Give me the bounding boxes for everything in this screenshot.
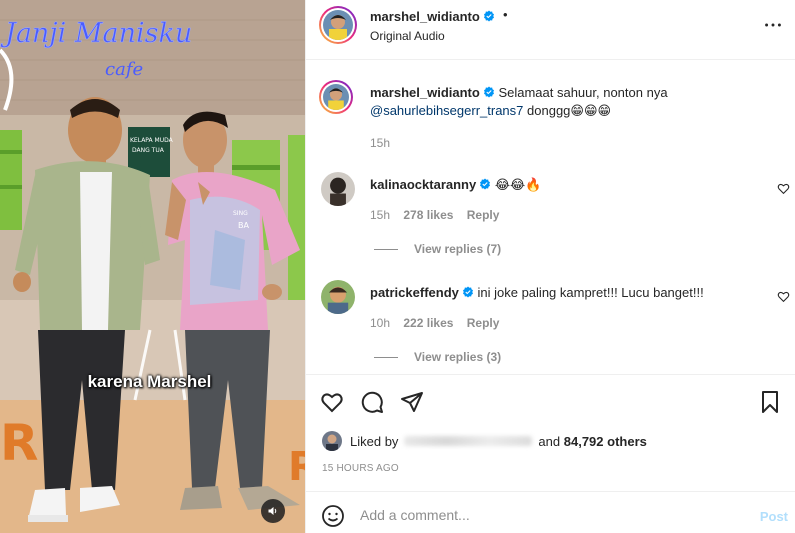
post-header: marshel_widianto • Original Audio <box>306 0 795 60</box>
caption-text: Selamaat sahuur, nonton nya <box>498 85 668 100</box>
commenter-avatar[interactable] <box>321 280 355 314</box>
bookmark-icon[interactable] <box>758 390 782 414</box>
heart-icon[interactable] <box>320 390 344 414</box>
post-media[interactable]: Janji Manisku cafe KELAPA MUDA DANG TUA … <box>0 0 305 533</box>
comment-input[interactable] <box>360 503 740 527</box>
liker-name-blurred <box>404 436 533 446</box>
svg-text:SING: SING <box>233 210 248 217</box>
svg-text:R: R <box>0 414 39 472</box>
likes-count[interactable]: 84,792 others <box>564 434 647 449</box>
svg-text:KELAPA MUDA: KELAPA MUDA <box>130 137 174 144</box>
comment-time[interactable]: 10h <box>370 316 390 330</box>
author-avatar[interactable] <box>319 6 357 44</box>
separator-dot: • <box>503 7 508 22</box>
add-comment-bar: Post <box>306 491 795 533</box>
post-timestamp[interactable]: 15 HOURS AGO <box>322 463 399 474</box>
svg-text:BA: BA <box>238 221 249 230</box>
video-frame: Janji Manisku cafe KELAPA MUDA DANG TUA … <box>0 0 305 533</box>
action-bar: Liked by and 84,792 others 15 HOURS AGO <box>306 374 795 474</box>
mute-button[interactable] <box>261 499 285 523</box>
more-icon[interactable] <box>762 14 784 36</box>
svg-text:R: R <box>288 444 305 490</box>
caption-avatar[interactable] <box>319 80 353 114</box>
likes-and: and <box>538 433 561 449</box>
verified-icon <box>483 10 494 22</box>
comment-username[interactable]: kalinaocktaranny <box>370 177 476 192</box>
verified-icon <box>462 286 473 298</box>
svg-text:cafe: cafe <box>105 59 143 80</box>
share-icon[interactable] <box>400 390 424 414</box>
verified-icon <box>483 86 494 98</box>
emoji-icon[interactable] <box>321 504 345 528</box>
audio-link[interactable]: Original Audio <box>370 29 445 43</box>
comment-time[interactable]: 15h <box>370 208 390 222</box>
commenter-avatar[interactable] <box>321 172 355 206</box>
post-detail-panel: marshel_widianto • Original Audio marshe… <box>305 0 795 533</box>
likes-summary[interactable]: Liked by and 84,792 others <box>322 431 647 451</box>
verified-icon <box>480 178 491 190</box>
speaker-icon <box>268 507 277 515</box>
caption-username[interactable]: marshel_widianto <box>370 85 480 100</box>
caption-time[interactable]: 15h <box>370 136 390 150</box>
reply-button[interactable]: Reply <box>467 208 500 222</box>
like-comment-icon[interactable] <box>777 290 790 303</box>
comment-likes[interactable]: 222 likes <box>403 316 453 330</box>
svg-text:Janji Manisku: Janji Manisku <box>0 18 192 49</box>
liked-by-label: Liked by <box>350 433 399 449</box>
comment-icon[interactable] <box>360 390 384 414</box>
comment-text: ini joke paling kampret!!! Lucu banget!!… <box>477 285 704 300</box>
reply-button[interactable]: Reply <box>467 316 500 330</box>
like-comment-icon[interactable] <box>777 182 790 195</box>
comments-list[interactable]: marshel_widianto Selamaat sahuur, nonton… <box>306 60 795 374</box>
view-replies-button[interactable]: View replies (3) <box>374 350 501 364</box>
comment-username[interactable]: patrickeffendy <box>370 285 459 300</box>
view-replies-button[interactable]: View replies (7) <box>374 242 501 256</box>
post-button[interactable]: Post <box>760 509 788 524</box>
svg-text:DANG TUA: DANG TUA <box>132 147 165 154</box>
comment-text: 😂😂🔥 <box>494 177 542 192</box>
author-username[interactable]: marshel_widianto <box>370 9 495 24</box>
comment-likes[interactable]: 278 likes <box>403 208 453 222</box>
caption-mention[interactable]: @sahurlebihsegerr_trans7 <box>370 103 523 118</box>
liker-avatar <box>322 431 342 451</box>
caption-text-end: donggg😁😁😁 <box>527 103 612 118</box>
